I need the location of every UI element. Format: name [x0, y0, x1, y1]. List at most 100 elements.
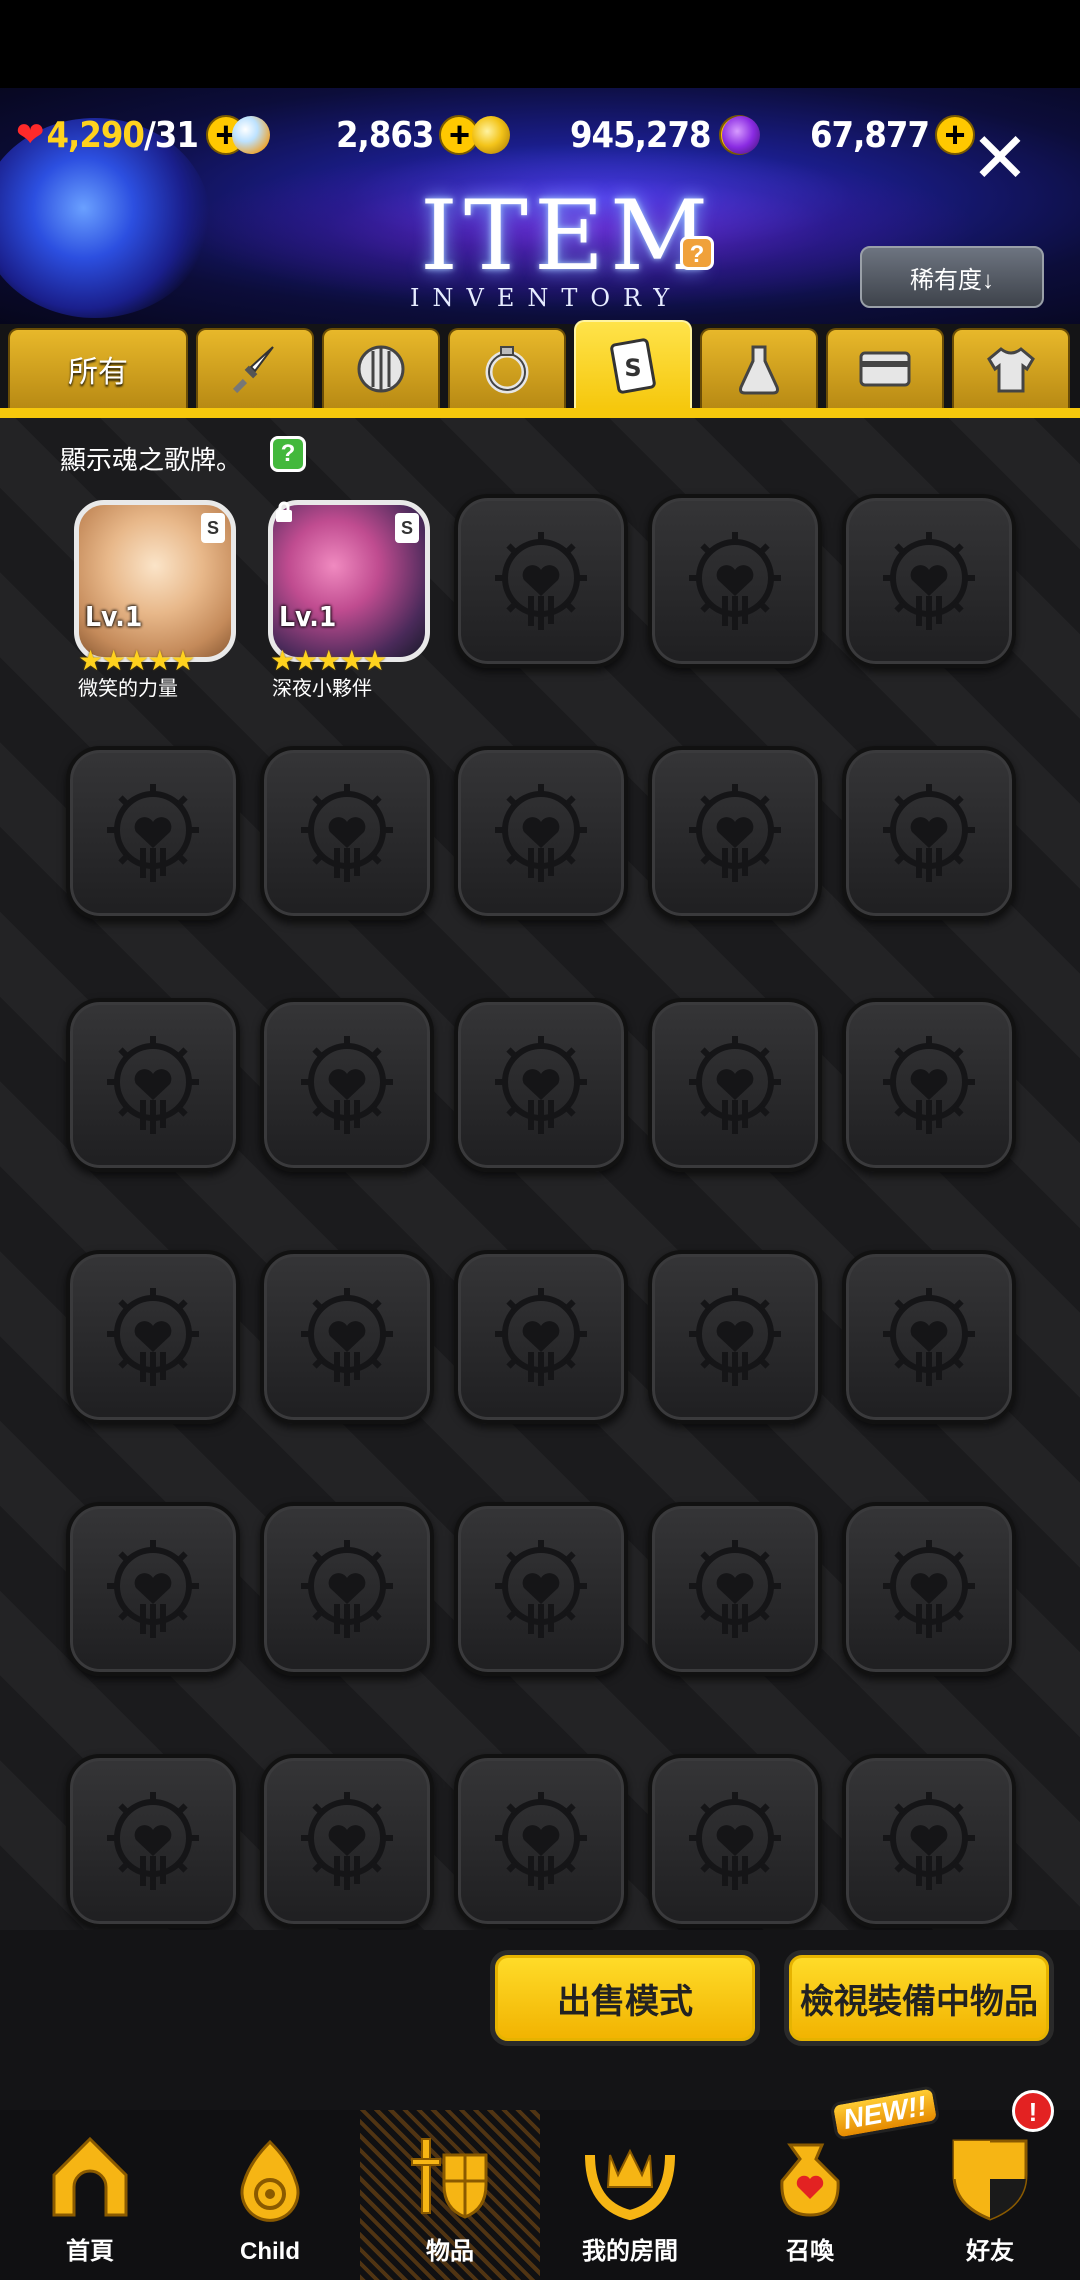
card-2-name: 深夜小夥伴 — [272, 678, 372, 700]
heart-icon: ❤ — [16, 116, 45, 154]
costume-icon — [987, 347, 1035, 393]
empty-slot — [454, 746, 628, 920]
empty-slot — [260, 1502, 434, 1676]
soul-cards-hint: 顯示魂之歌牌。 — [60, 445, 243, 475]
tab-consumables[interactable] — [700, 328, 818, 408]
tab-weapons[interactable] — [196, 328, 314, 408]
tab-costumes[interactable] — [952, 328, 1070, 408]
card-1-name: 微笑的力量 — [78, 678, 178, 700]
empty-slot-icon — [883, 1036, 975, 1134]
empty-slot-icon — [883, 1792, 975, 1890]
empty-slot-icon — [689, 1288, 781, 1386]
crystals-value: 2,863 — [336, 114, 434, 156]
lock-icon — [276, 501, 292, 522]
sword-icon — [232, 346, 274, 394]
hearts-max: /31 — [143, 114, 199, 156]
empty-slot — [842, 746, 1016, 920]
empty-slot — [260, 746, 434, 920]
empty-slot-icon — [495, 1036, 587, 1134]
empty-slot-icon — [689, 532, 781, 630]
hearts-resource: ❤ 4,290/31 + — [16, 100, 246, 170]
ring-icon — [485, 346, 529, 394]
empty-slot — [260, 998, 434, 1172]
status-bar — [0, 0, 1080, 88]
card-rank-badge: S — [395, 513, 419, 543]
empty-slot — [648, 1502, 822, 1676]
empty-slot-icon — [883, 1540, 975, 1638]
gold-coins-icon — [472, 116, 510, 154]
child-icon — [240, 2139, 300, 2222]
empty-slot — [842, 1250, 1016, 1424]
inventory-card-1[interactable]: S Lv.1 — [74, 500, 236, 662]
empty-slot — [260, 1754, 434, 1928]
sort-rarity-button[interactable]: 稀有度↓ — [860, 246, 1044, 308]
empty-slot-icon — [107, 784, 199, 882]
sell-mode-button[interactable]: 出售模式 — [490, 1950, 760, 2046]
empty-slot-icon — [689, 1792, 781, 1890]
empty-slot-icon — [107, 1540, 199, 1638]
friends-icon — [952, 2139, 1028, 2221]
help-button[interactable]: ? — [680, 236, 714, 270]
empty-slot — [66, 1502, 240, 1676]
nav-friends-label: 好友 — [966, 2238, 1014, 2265]
empty-slot-icon — [495, 1288, 587, 1386]
tab-all-label: 所有 — [68, 356, 128, 389]
nav-home-label: 首頁 — [66, 2238, 114, 2265]
purple-gem-icon — [722, 116, 760, 154]
empty-slot — [842, 1754, 1016, 1928]
nav-my-room-label: 我的房間 — [582, 2238, 678, 2265]
tab-armor[interactable] — [322, 328, 440, 408]
empty-slot-icon — [301, 1288, 393, 1386]
empty-slot — [454, 998, 628, 1172]
add-gems-button[interactable]: + — [934, 115, 975, 155]
tab-accessories[interactable] — [448, 328, 566, 408]
tab-all[interactable]: 所有 — [8, 328, 188, 408]
nav-home[interactable]: 首頁 — [0, 2110, 180, 2280]
page-title: ITEM — [420, 180, 715, 292]
empty-slot-icon — [495, 532, 587, 630]
empty-slot — [66, 1250, 240, 1424]
empty-slot-icon — [883, 1288, 975, 1386]
empty-slot-icon — [495, 1792, 587, 1890]
soul-card-icon: S — [610, 338, 656, 394]
tab-cards[interactable] — [826, 328, 944, 408]
empty-slot — [66, 1754, 240, 1928]
empty-slot — [454, 1502, 628, 1676]
resource-bar: ❤ 4,290/31 + 2,863 + 945,278 + 67,877 + — [0, 100, 1080, 170]
empty-slot — [648, 494, 822, 668]
shield-icon — [357, 345, 405, 393]
empty-slot-icon — [883, 784, 975, 882]
hint-help-button[interactable]: ? — [270, 436, 306, 472]
page-subtitle: INVENTORY — [410, 284, 683, 312]
nav-summon[interactable]: 召喚 — [720, 2110, 900, 2280]
empty-slot-icon — [883, 532, 975, 630]
nav-child[interactable]: Child — [180, 2110, 360, 2280]
tab-soul-cards[interactable]: S — [574, 320, 692, 410]
nav-friends[interactable]: 好友 — [900, 2110, 1080, 2280]
empty-slot-icon — [301, 784, 393, 882]
card-level: Lv.1 — [279, 600, 337, 633]
empty-slot — [66, 998, 240, 1172]
empty-slot-icon — [689, 1540, 781, 1638]
home-icon — [52, 2136, 128, 2217]
empty-slot — [454, 1250, 628, 1424]
header: ❤ 4,290/31 + 2,863 + 945,278 + 67,877 + … — [0, 88, 1080, 328]
close-icon[interactable]: ✕ — [970, 123, 1030, 193]
empty-slot — [842, 494, 1016, 668]
view-equipped-button[interactable]: 檢視裝備中物品 — [784, 1950, 1054, 2046]
empty-slot-icon — [301, 1036, 393, 1134]
empty-slot — [260, 1250, 434, 1424]
soul-card-letter: S — [624, 354, 641, 382]
empty-slot-icon — [107, 1288, 199, 1386]
inventory-card-2[interactable]: S Lv.1 — [268, 500, 430, 662]
nav-items[interactable]: 物品 — [360, 2110, 540, 2280]
empty-slot-icon — [301, 1792, 393, 1890]
nav-my-room[interactable]: 我的房間 — [540, 2110, 720, 2280]
empty-slot — [454, 494, 628, 668]
empty-slot-icon — [495, 1540, 587, 1638]
empty-slot-icon — [495, 784, 587, 882]
empty-slot — [648, 1754, 822, 1928]
empty-slot — [454, 1754, 628, 1928]
gold-value: 945,278 — [570, 114, 712, 156]
gems-resource: 67,877 + — [722, 100, 975, 170]
